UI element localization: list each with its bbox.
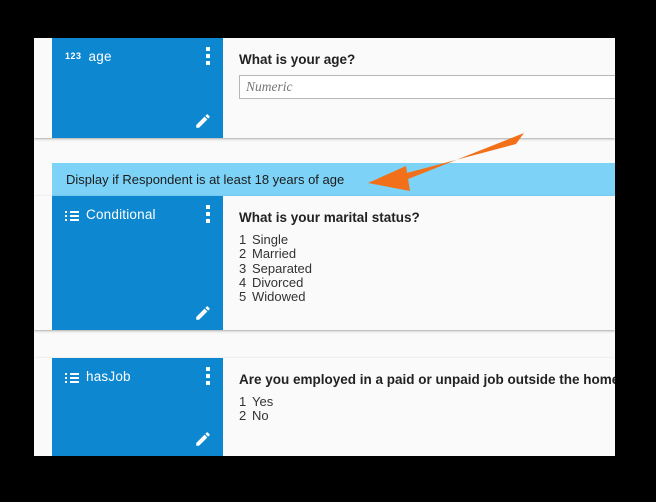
option-label: Yes — [252, 394, 274, 410]
option-number: 3 — [239, 260, 247, 276]
kebab-menu-icon[interactable] — [206, 367, 210, 385]
question-text: Are you employed in a paid or unpaid job… — [239, 372, 615, 387]
answer-option-list: 1 Yes 2 No — [239, 394, 615, 423]
list-icon — [65, 372, 79, 384]
kebab-dot — [206, 47, 210, 51]
option-number: 4 — [239, 274, 247, 290]
variable-name-row: 123 age — [65, 49, 112, 64]
question-block-age: 123 age What is your age? — [34, 38, 615, 138]
variable-name-label: Conditional — [86, 207, 156, 222]
pencil-edit-icon[interactable] — [194, 430, 212, 448]
list-icon — [65, 210, 79, 222]
option-number: 1 — [239, 394, 247, 410]
kebab-menu-icon[interactable] — [206, 47, 210, 65]
option-label: Married — [252, 246, 297, 262]
kebab-dot — [206, 381, 210, 385]
question-text: What is your age? — [239, 52, 356, 67]
variable-name-label: hasJob — [86, 369, 131, 384]
kebab-dot — [206, 205, 210, 209]
questionnaire-editor-frame: 123age What is your age? Displ — [34, 38, 615, 456]
list-item: 2 Married — [239, 247, 615, 261]
option-number: 5 — [239, 289, 247, 304]
option-label: Divorced — [252, 274, 304, 290]
kebab-dot — [206, 61, 210, 65]
option-label: No — [252, 408, 269, 424]
list-item: 5 Widowed — [239, 289, 615, 304]
kebab-menu-icon[interactable] — [206, 205, 210, 223]
option-label: Separated — [252, 260, 312, 276]
pencil-edit-icon[interactable] — [194, 304, 212, 322]
question-card[interactable]: hasJob Are you employed in a paid or unp… — [34, 358, 615, 456]
numeric-answer-input[interactable] — [239, 75, 615, 100]
display-condition-label: Display if Respondent is at least 18 yea… — [66, 172, 345, 187]
question-card-sidebar: 123 age — [52, 38, 223, 138]
question-card-sidebar: Conditional — [52, 196, 223, 330]
answer-option-list: 1 Single 2 Married 3 Separated 4 Divorced 5W… — [239, 232, 615, 304]
list-item: 4 Divorced — [239, 274, 615, 290]
question-card-sidebar: hasJob — [52, 358, 223, 456]
question-card-body: What is your marital status? 1 Single 2 Ma… — [223, 196, 615, 330]
list-item: 1 Single — [239, 232, 615, 248]
list-item: 3 Separated — [239, 260, 615, 276]
kebab-dot — [206, 374, 210, 378]
pencil-edit-icon[interactable] — [194, 112, 212, 130]
option-number: 1 — [239, 232, 247, 248]
question-block-conditional: Conditional What is your marital status?… — [34, 196, 615, 330]
kebab-dot — [206, 367, 210, 371]
question-card[interactable]: 123 age What is your age? — [34, 38, 615, 138]
list-item: 1 Yes — [239, 394, 615, 410]
list-item: 2 No — [239, 409, 615, 423]
question-card-body: What is your age? — [223, 38, 615, 138]
option-number: 2 — [239, 408, 247, 424]
option-label: Widowed — [252, 289, 306, 304]
kebab-dot — [206, 219, 210, 223]
question-card-body: Are you employed in a paid or unpaid job… — [223, 358, 615, 456]
kebab-dot — [206, 54, 210, 58]
display-condition-banner[interactable]: Display if Respondent is at least 18 yea… — [52, 163, 615, 196]
variable-name-row: Conditional — [65, 207, 156, 222]
option-label: Single — [252, 232, 289, 248]
kebab-dot — [206, 212, 210, 216]
numeric-123-icon: 123 — [65, 51, 82, 62]
question-block-hasjob: hasJob Are you employed in a paid or unp… — [34, 358, 615, 456]
variable-name-row: hasJob — [65, 369, 131, 384]
question-text: What is your marital status? — [239, 210, 420, 225]
option-number: 2 — [239, 246, 247, 262]
question-card[interactable]: Conditional What is your marital status?… — [34, 196, 615, 330]
variable-name-label: age — [88, 49, 112, 64]
